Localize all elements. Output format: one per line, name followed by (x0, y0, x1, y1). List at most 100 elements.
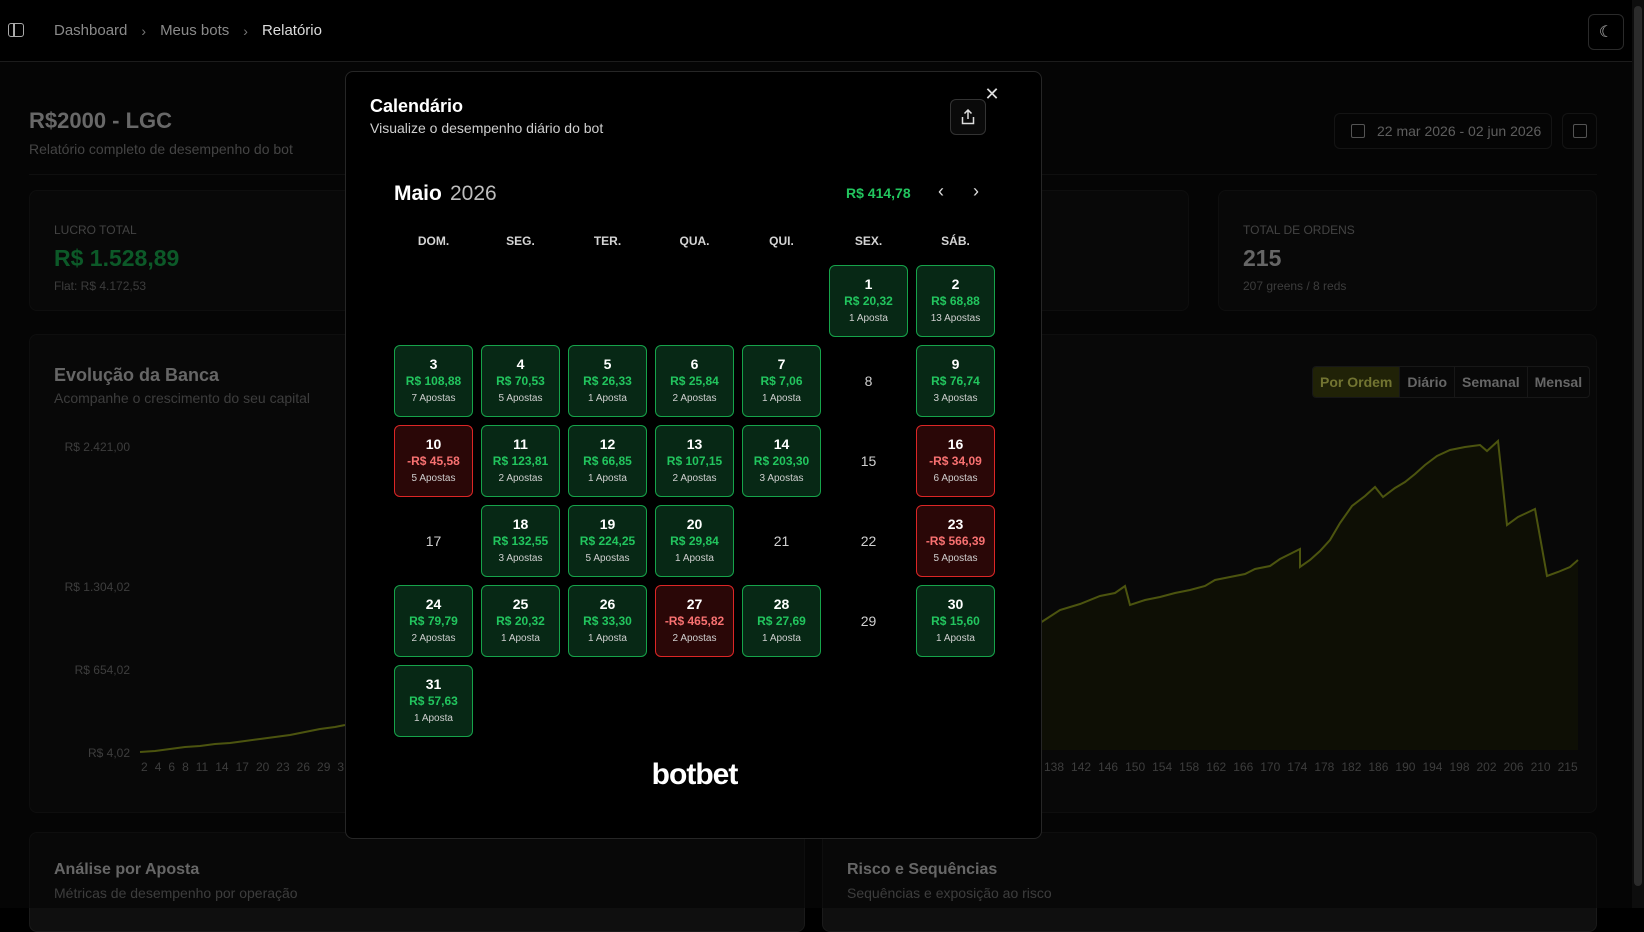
day-number: 5 (603, 356, 612, 372)
risk-subtitle: Sequências e exposição ao risco (847, 885, 1052, 901)
day-bet-count: 5 Apostas (411, 473, 456, 484)
day-cell-18[interactable]: 18 R$ 132,55 3 Apostas (481, 505, 560, 577)
tab-semanal[interactable]: Semanal (1454, 367, 1527, 397)
day-amount: R$ 26,33 (583, 374, 632, 388)
bet-analysis-card: Análise por Aposta Métricas de desempenh… (29, 832, 805, 932)
day-cell-21[interactable]: 21 (742, 505, 821, 577)
day-cell-29[interactable]: 29 (829, 585, 908, 657)
day-number: 3 (429, 356, 438, 372)
month-name: Maio (394, 182, 442, 205)
tab-diario[interactable]: Diário (1399, 367, 1454, 397)
day-amount: R$ 76,74 (931, 374, 980, 388)
empty-cell (394, 265, 473, 337)
close-button[interactable]: ✕ (982, 84, 1002, 104)
weekday-label: QUA. (679, 234, 710, 248)
weekday-label: QUI. (769, 234, 794, 248)
day-amount: R$ 20,32 (496, 614, 545, 628)
day-cell-28[interactable]: 28 R$ 27,69 1 Aposta (742, 585, 821, 657)
day-cell-8[interactable]: 8 (829, 345, 908, 417)
day-amount: R$ 66,85 (583, 454, 632, 468)
share-button[interactable] (950, 99, 986, 135)
day-cell-26[interactable]: 26 R$ 33,30 1 Aposta (568, 585, 647, 657)
day-cell-14[interactable]: 14 R$ 203,30 3 Apostas (742, 425, 821, 497)
day-number: 21 (773, 533, 790, 549)
day-cell-12[interactable]: 12 R$ 66,85 1 Aposta (568, 425, 647, 497)
weekday-header: DOM. SEG. TER. QUA. QUI. SEX. SÁB. (394, 234, 994, 248)
day-bet-count: 1 Aposta (588, 393, 627, 404)
day-number: 29 (860, 613, 877, 629)
day-bet-count: 6 Apostas (933, 473, 978, 484)
day-amount: R$ 7,06 (760, 374, 803, 388)
empty-cell (568, 265, 647, 337)
day-cell-15[interactable]: 15 (829, 425, 908, 497)
day-cell-3[interactable]: 3 R$ 108,88 7 Apostas (394, 345, 473, 417)
day-cell-13[interactable]: 13 R$ 107,15 2 Apostas (655, 425, 734, 497)
day-number: 23 (947, 516, 964, 532)
day-amount: R$ 20,32 (844, 294, 893, 308)
day-amount: -R$ 566,39 (925, 534, 986, 548)
day-bet-count: 1 Aposta (762, 633, 801, 644)
empty-cell (481, 265, 560, 337)
day-amount: R$ 123,81 (492, 454, 549, 468)
day-cell-5[interactable]: 5 R$ 26,33 1 Aposta (568, 345, 647, 417)
calendar-grid: 1 R$ 20,32 1 Aposta 2 R$ 68,88 13 Apostas 3 R$ … (394, 265, 995, 737)
day-number: 4 (516, 356, 525, 372)
day-number: 17 (425, 533, 442, 549)
day-cell-10[interactable]: 10 -R$ 45,58 5 Apostas (394, 425, 473, 497)
weekday-label: DOM. (417, 234, 450, 248)
day-cell-22[interactable]: 22 (829, 505, 908, 577)
day-cell-25[interactable]: 25 R$ 20,32 1 Aposta (481, 585, 560, 657)
day-cell-9[interactable]: 9 R$ 76,74 3 Apostas (916, 345, 995, 417)
day-number: 25 (512, 596, 529, 612)
tab-por-ordem[interactable]: Por Ordem (1313, 367, 1400, 397)
day-cell-27[interactable]: 27 -R$ 465,82 2 Apostas (655, 585, 734, 657)
day-amount: R$ 68,88 (931, 294, 980, 308)
day-number: 30 (947, 596, 964, 612)
weekday-label: SEG. (506, 234, 535, 248)
day-cell-11[interactable]: 11 R$ 123,81 2 Apostas (481, 425, 560, 497)
day-number: 10 (425, 436, 442, 452)
next-month-button[interactable]: › (964, 179, 988, 203)
day-number: 6 (690, 356, 699, 372)
weekday-label: SÁB. (941, 234, 970, 248)
day-cell-17[interactable]: 17 (394, 505, 473, 577)
scrollbar-thumb[interactable] (1634, 6, 1642, 886)
day-cell-4[interactable]: 4 R$ 70,53 5 Apostas (481, 345, 560, 417)
day-bet-count: 1 Aposta (414, 713, 453, 724)
day-bet-count: 2 Apostas (672, 393, 717, 404)
day-number: 31 (425, 676, 442, 692)
day-cell-30[interactable]: 30 R$ 15,60 1 Aposta (916, 585, 995, 657)
day-cell-20[interactable]: 20 R$ 29,84 1 Aposta (655, 505, 734, 577)
day-cell-6[interactable]: 6 R$ 25,84 2 Apostas (655, 345, 734, 417)
day-cell-19[interactable]: 19 R$ 224,25 5 Apostas (568, 505, 647, 577)
tab-mensal[interactable]: Mensal (1526, 367, 1589, 397)
day-bet-count: 1 Aposta (936, 633, 975, 644)
day-bet-count: 1 Aposta (501, 633, 540, 644)
day-cell-16[interactable]: 16 -R$ 34,09 6 Apostas (916, 425, 995, 497)
day-cell-31[interactable]: 31 R$ 57,63 1 Aposta (394, 665, 473, 737)
day-cell-1[interactable]: 1 R$ 20,32 1 Aposta (829, 265, 908, 337)
day-number: 24 (425, 596, 442, 612)
day-cell-7[interactable]: 7 R$ 7,06 1 Aposta (742, 345, 821, 417)
day-cell-24[interactable]: 24 R$ 79,79 2 Apostas (394, 585, 473, 657)
day-cell-23[interactable]: 23 -R$ 566,39 5 Apostas (916, 505, 995, 577)
day-bet-count: 1 Aposta (588, 473, 627, 484)
day-number: 14 (773, 436, 790, 452)
balance-line-left (139, 724, 346, 753)
day-cell-2[interactable]: 2 R$ 68,88 13 Apostas (916, 265, 995, 337)
risk-card: Risco e Sequências Sequências e exposiçã… (822, 832, 1597, 932)
day-number: 9 (951, 356, 960, 372)
weekday-label: TER. (593, 234, 622, 248)
page-scrollbar[interactable] (1632, 0, 1644, 908)
day-bet-count: 3 Apostas (498, 553, 543, 564)
day-amount: -R$ 465,82 (664, 614, 725, 628)
risk-title: Risco e Sequências (847, 861, 998, 878)
previous-month-button[interactable]: ‹ (929, 179, 953, 203)
day-number: 27 (686, 596, 703, 612)
day-number: 1 (864, 276, 873, 292)
calendar-dialog: Calendário Visualize o desempenho diário… (345, 71, 1042, 839)
day-bet-count: 5 Apostas (498, 393, 543, 404)
day-amount: R$ 203,30 (753, 454, 810, 468)
day-bet-count: 1 Aposta (588, 633, 627, 644)
day-bet-count: 2 Apostas (411, 633, 456, 644)
